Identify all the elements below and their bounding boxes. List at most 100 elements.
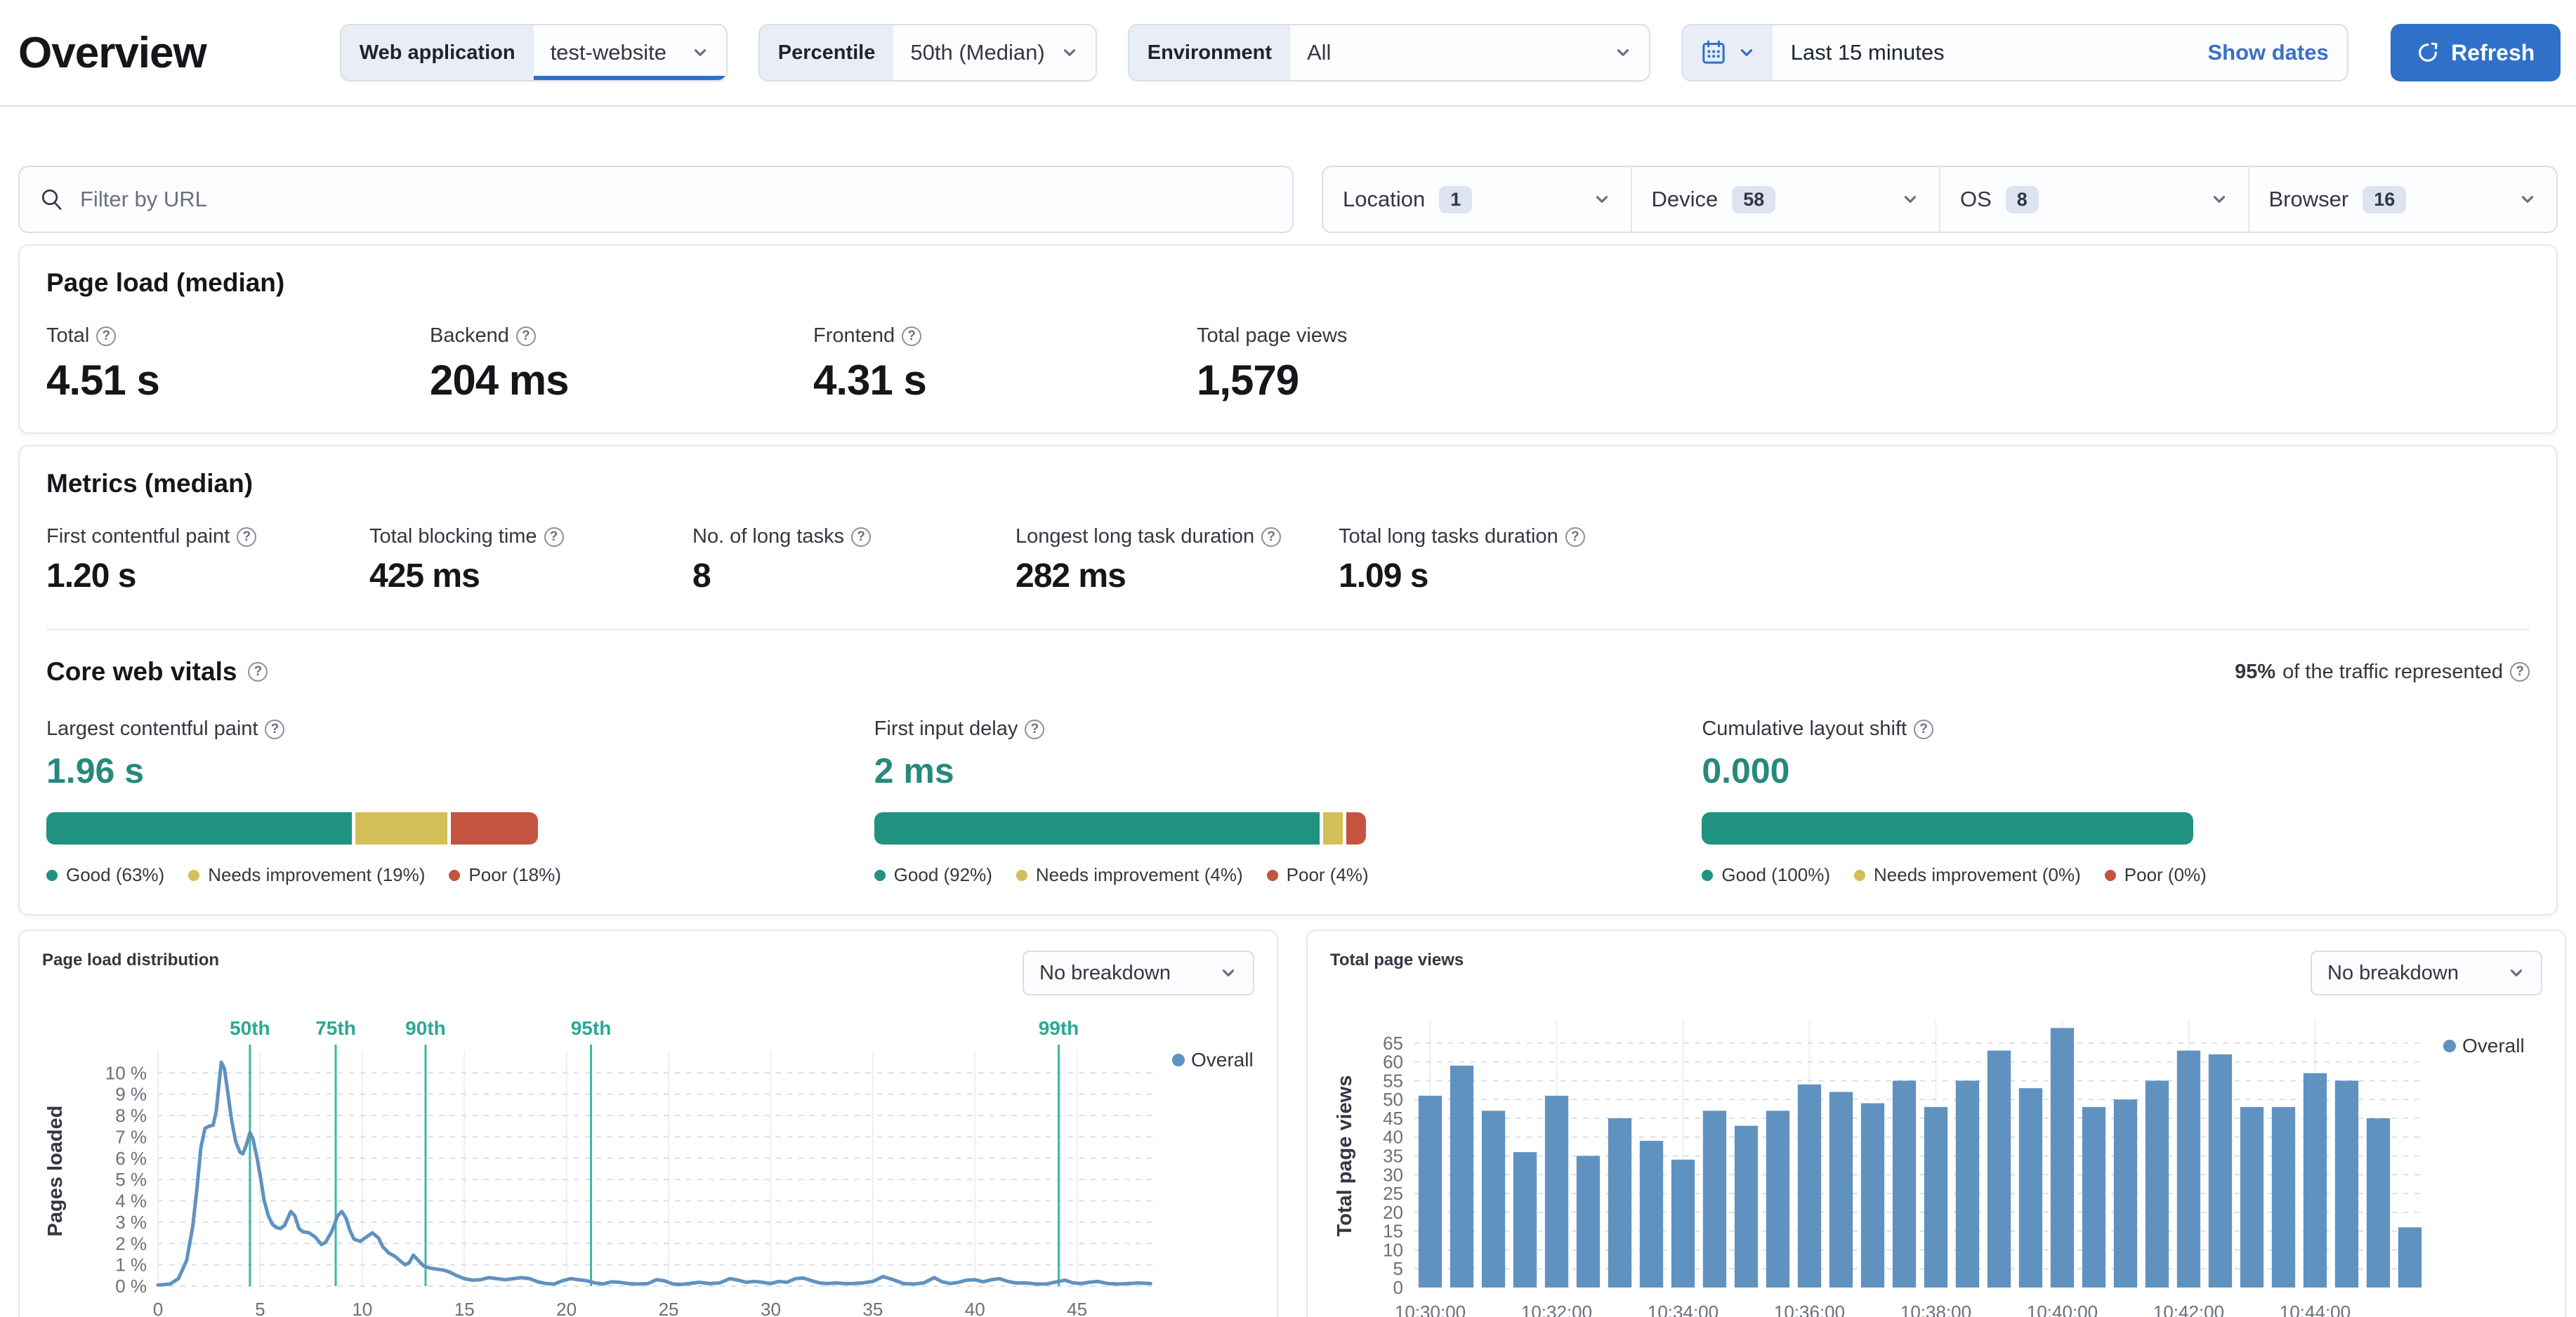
help-icon[interactable]: ? [237,527,257,547]
help-icon[interactable]: ? [2510,662,2530,682]
chevron-down-icon [2213,196,2225,203]
legend-needs: Needs improvement (19%) [188,864,425,886]
chevron-down-icon [2521,196,2534,203]
page-load-distribution-title: Page load distribution [42,951,220,969]
browser-filter-label: Browser [2268,187,2349,211]
help-icon[interactable]: ? [1025,719,1045,739]
traffic-pct: 95% [2235,660,2276,683]
svg-text:10:42:00: 10:42:00 [2153,1302,2224,1317]
url-filter-input[interactable] [80,187,1273,212]
svg-text:10:30:00: 10:30:00 [1395,1302,1466,1317]
kpi-total-long-tasks: Total long tasks duration ? 1.09 s [1339,525,1662,595]
page-load-panel: Page load (median) Total ? 4.51 s Backen… [18,244,2558,434]
vital-fid: First input delay ? 2 ms Good (92%) Need… [874,717,1702,886]
help-icon[interactable]: ? [902,326,922,346]
refresh-icon [2419,42,2438,62]
svg-text:7 %: 7 % [115,1126,147,1147]
svg-text:Overall: Overall [2462,1035,2525,1057]
kpi-backend-value: 204 ms [430,357,570,404]
help-icon[interactable]: ? [515,326,536,346]
location-filter[interactable]: Location 1 [1323,167,1631,232]
environment-select[interactable]: Environment All [1127,24,1650,81]
chevron-down-icon [2510,969,2523,977]
web-application-select[interactable]: Web application test-website [339,24,728,81]
percentile-select[interactable]: Percentile 50th (Median) [758,24,1097,81]
vital-cls: Cumulative layout shift ? 0.000 Good (10… [1702,717,2530,886]
svg-text:10 %: 10 % [105,1062,147,1083]
vital-cls-value: 0.000 [1702,751,1790,790]
svg-text:Pages loaded: Pages loaded [44,1106,67,1237]
kpi-total-page-views: Total page views 1,579 [1197,324,1580,404]
svg-text:55: 55 [1383,1070,1403,1091]
kpi-frontend-label: Frontend [813,324,895,347]
help-icon[interactable]: ? [96,326,117,346]
svg-text:40: 40 [1383,1127,1403,1148]
show-dates-link[interactable]: Show dates [2207,40,2328,65]
svg-text:5 %: 5 % [115,1169,147,1190]
os-filter[interactable]: OS 8 [1939,167,2248,232]
help-icon[interactable]: ? [265,719,285,739]
chevron-down-icon [1740,49,1752,56]
traffic-text: of the traffic represented [2282,660,2503,683]
svg-text:95th: 95th [571,1017,612,1039]
legend-needs: Needs improvement (4%) [1016,864,1243,886]
device-count-badge: 58 [1732,185,1776,213]
svg-text:10:38:00: 10:38:00 [1900,1302,1971,1317]
breakdown-select[interactable]: No breakdown [2311,951,2542,995]
refresh-label: Refresh [2451,39,2535,65]
help-icon[interactable]: ? [544,527,564,547]
time-range-picker[interactable]: Last 15 minutes Show dates [1681,24,2348,81]
poor-dot-icon [2104,869,2116,881]
vital-lcp-bar [46,812,538,845]
svg-text:1 %: 1 % [115,1255,147,1276]
svg-text:Total page views: Total page views [1334,1076,1356,1237]
good-dot-icon [874,869,886,881]
help-icon[interactable]: ? [1261,527,1282,547]
svg-text:0 %: 0 % [115,1276,147,1297]
url-filter[interactable] [18,166,1294,233]
svg-text:25: 25 [1383,1183,1403,1204]
vital-lcp-value: 1.96 s [46,751,145,790]
chevron-down-icon [1904,196,1917,203]
help-icon[interactable]: ? [1914,719,1934,739]
device-filter[interactable]: Device 58 [1630,167,1940,232]
svg-text:45: 45 [1067,1299,1087,1317]
top-bar: Overview Web application test-website Pe… [0,0,2576,107]
environment-label: Environment [1129,25,1290,80]
core-web-vitals-title: Core web vitals [46,657,237,686]
os-count-badge: 8 [2005,185,2039,213]
svg-text:10:34:00: 10:34:00 [1648,1302,1719,1317]
help-icon[interactable]: ? [1565,527,1585,547]
legend-poor: Poor (18%) [449,864,561,886]
kpi-backend-label: Backend [430,324,509,347]
traffic-represented-note: 95% of the traffic represented ? [2235,661,2530,684]
browser-filter[interactable]: Browser 16 [2247,167,2557,232]
page-load-distribution-chart[interactable]: 0 5 10 15 20 25 30 35 40 450 %1 %2 %3 %4 %5 %6 %7… [42,1014,1254,1317]
svg-text:Overall: Overall [1191,1049,1254,1071]
kpi-total-label: Total [46,324,90,347]
kpi-long-tasks: No. of long tasks ? 8 [692,525,1016,595]
poor-dot-icon [449,869,461,881]
kpi-total-long-tasks-label: Total long tasks duration [1339,525,1558,548]
filter-row: Location 1 Device 58 OS 8 Browser 16 [18,166,2558,233]
good-dot-icon [1702,869,1714,881]
legend-good: Good (92%) [874,864,992,886]
breakdown-select[interactable]: No breakdown [1023,951,1254,995]
page-load-distribution-panel: Page load distribution No breakdown 0 5 10… [18,929,1278,1317]
svg-text:15: 15 [454,1299,475,1317]
svg-text:0: 0 [1393,1277,1403,1298]
refresh-button[interactable]: Refresh [2390,24,2561,81]
time-range-value[interactable]: Last 15 minutes [1791,40,1945,65]
legend-needs: Needs improvement (0%) [1854,864,2081,886]
quick-select-menu[interactable] [1682,25,1773,80]
search-icon [41,189,62,210]
help-icon[interactable]: ? [248,662,268,682]
svg-text:10: 10 [352,1299,372,1317]
vital-cls-label: Cumulative layout shift [1702,717,1907,740]
total-page-views-chart[interactable]: 10:30:00 10:32:00 10:34:00 10:36:00 10:38:00… [1330,1014,2542,1317]
total-page-views-title: Total page views [1330,951,1464,969]
kpi-tbt-value: 425 ms [369,557,480,595]
svg-text:5: 5 [255,1299,265,1317]
os-filter-label: OS [1960,187,1992,211]
help-icon[interactable]: ? [851,527,871,547]
